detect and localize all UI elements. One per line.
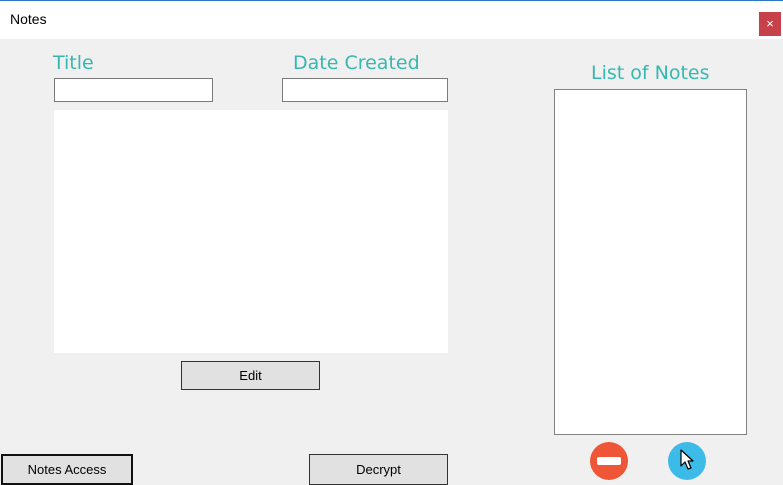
mouse-pointer-icon	[680, 449, 694, 470]
list-of-notes-label: List of Notes	[591, 62, 710, 84]
date-created-input[interactable]	[282, 78, 448, 102]
window-title: Notes	[10, 11, 47, 27]
notes-window: Notes × Title Date Created Edit List of …	[0, 0, 783, 485]
note-body-textarea[interactable]	[54, 110, 448, 353]
notes-listbox[interactable]	[554, 89, 747, 435]
title-bar: Notes ×	[0, 1, 783, 39]
notes-access-button[interactable]: Notes Access	[1, 454, 133, 485]
decrypt-button[interactable]: Decrypt	[309, 454, 448, 485]
date-created-label: Date Created	[293, 52, 420, 74]
minus-circle-icon	[597, 457, 621, 465]
close-icon: ×	[766, 16, 774, 31]
title-input[interactable]	[54, 78, 213, 102]
close-button[interactable]: ×	[759, 12, 781, 36]
edit-button[interactable]: Edit	[181, 361, 320, 390]
title-label: Title	[53, 52, 94, 74]
remove-note-button[interactable]	[590, 442, 628, 480]
